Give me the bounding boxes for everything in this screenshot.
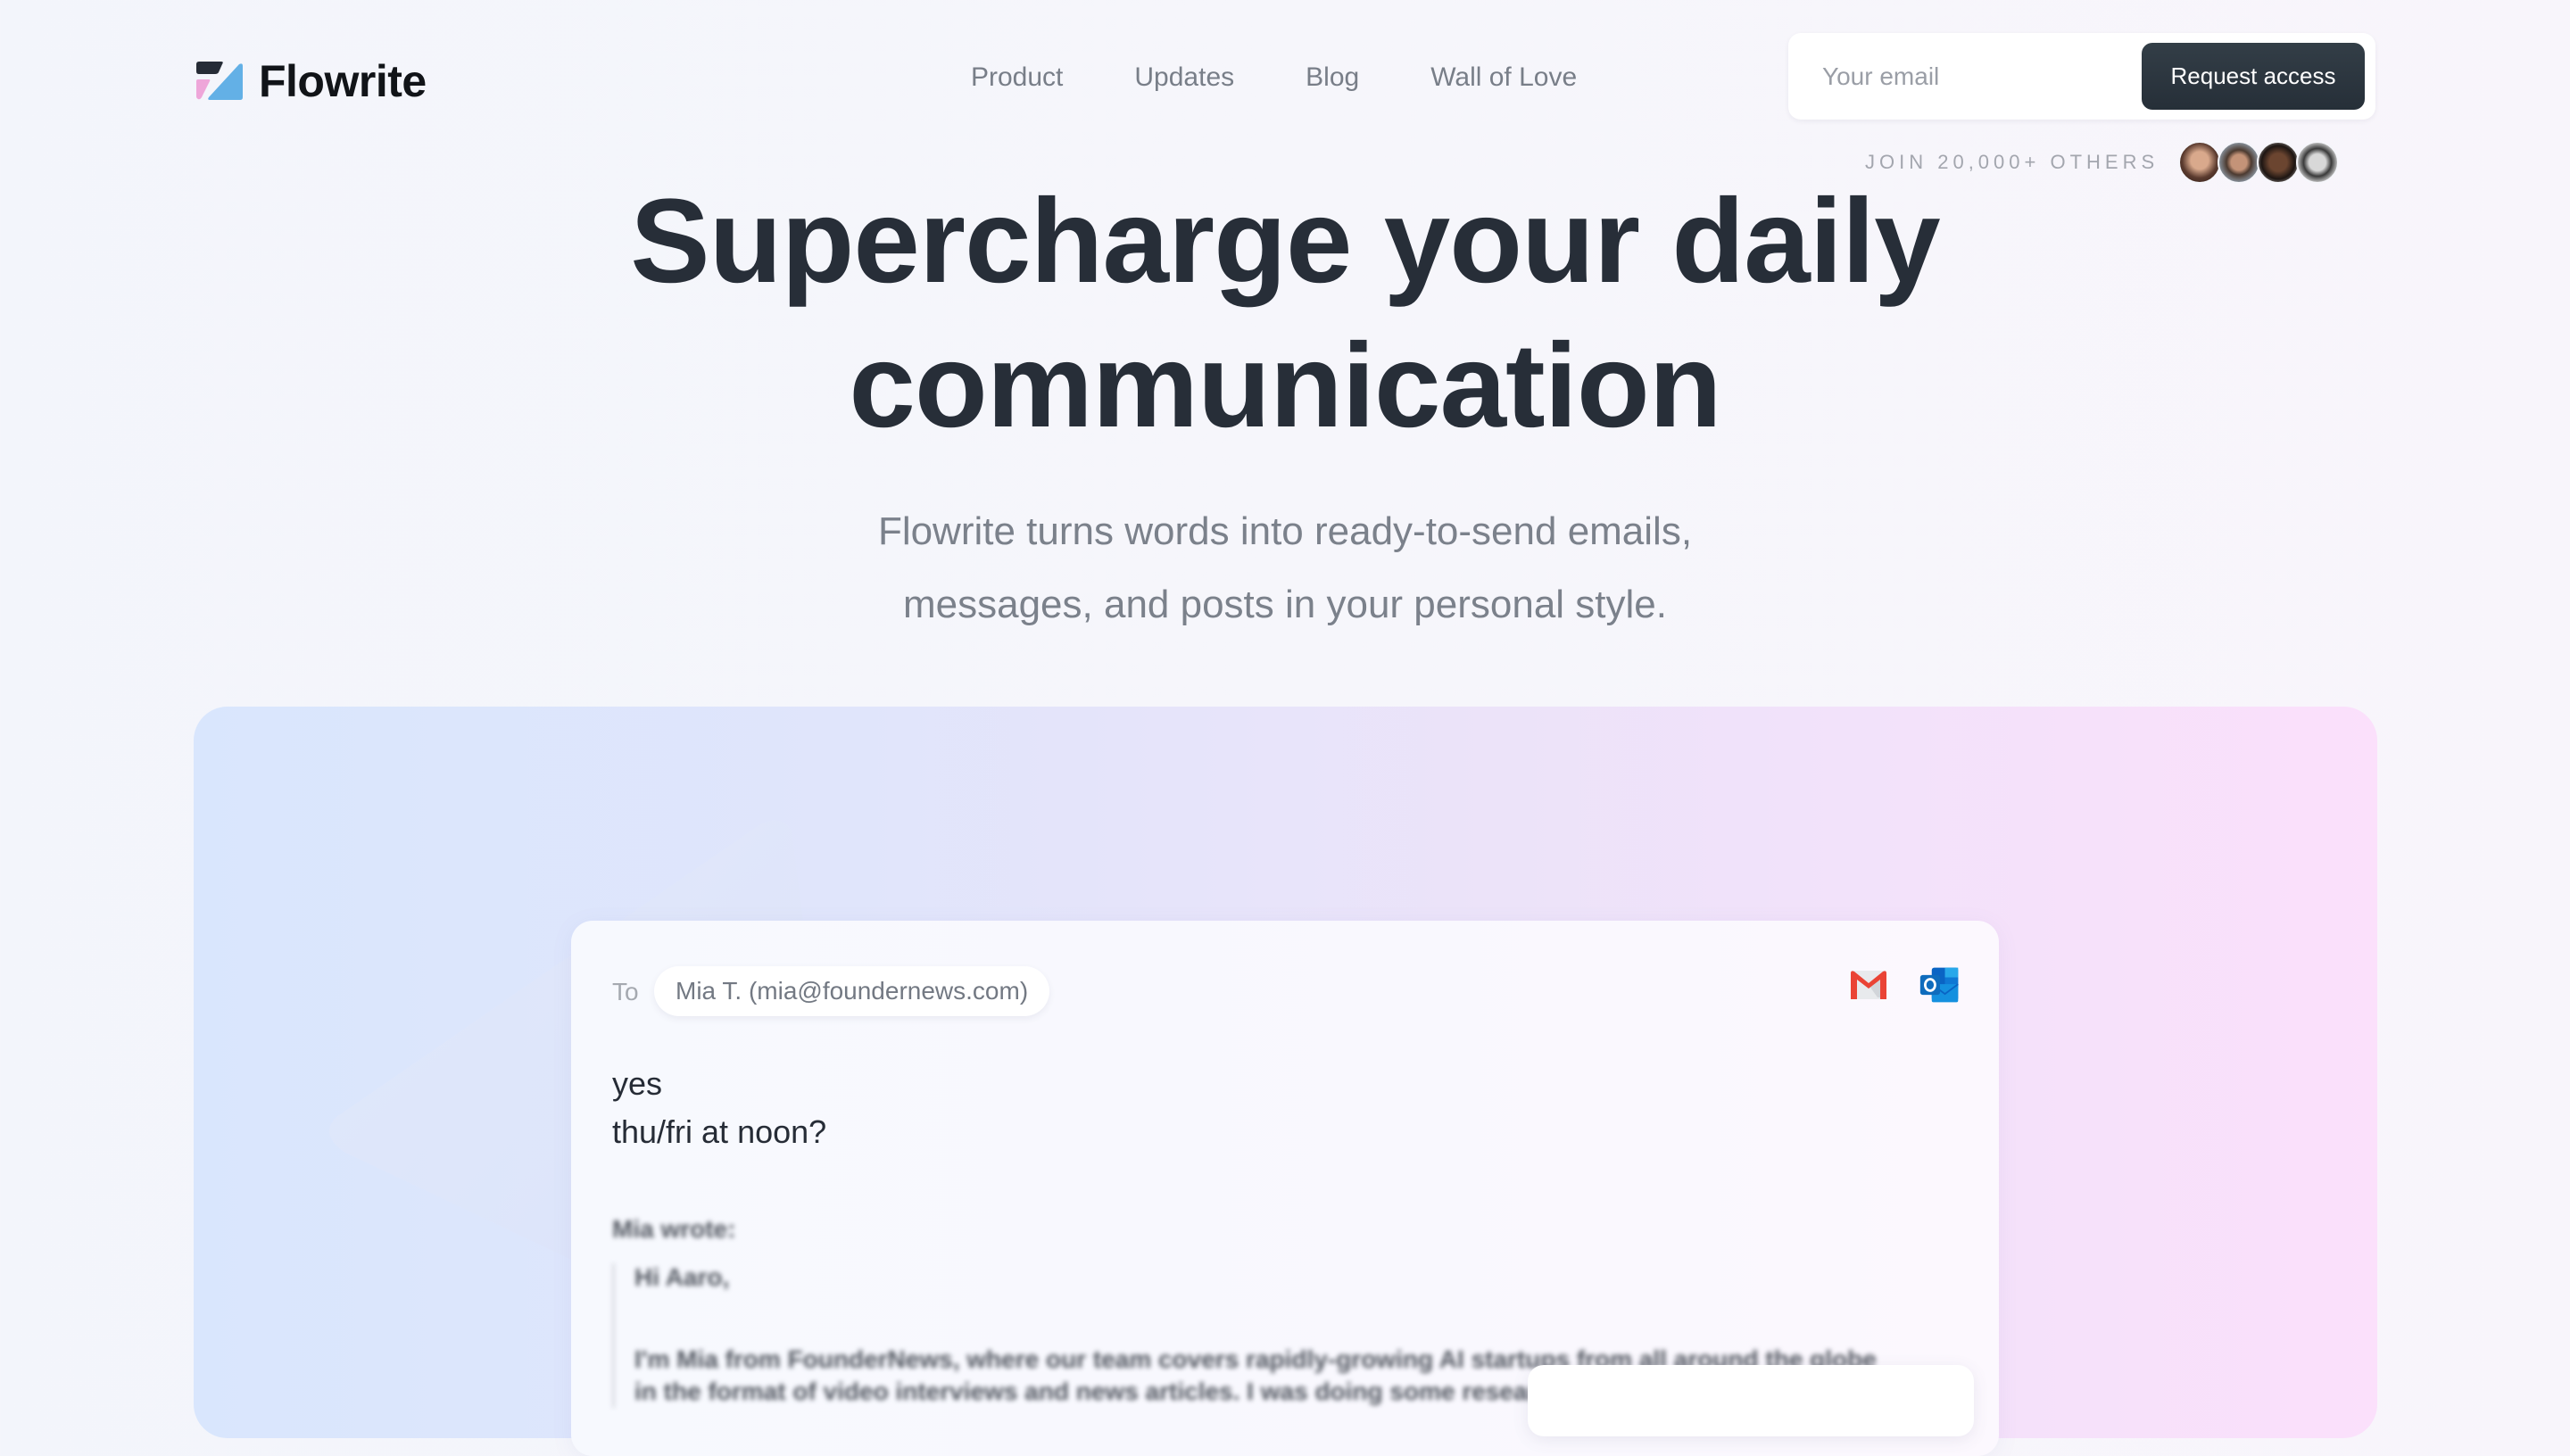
request-access-button[interactable]: Request access — [2142, 43, 2365, 110]
logo-text: Flowrite — [259, 56, 427, 106]
draft-line: yes — [612, 1065, 663, 1102]
nav-wall-of-love[interactable]: Wall of Love — [1430, 57, 1577, 98]
email-input[interactable] — [1820, 53, 2127, 101]
recipient-chip[interactable]: Mia T. (mia@foundernews.com) — [654, 966, 1050, 1016]
quoted-header: Mia wrote: — [612, 1215, 736, 1243]
draft-line: thu/fri at noon? — [612, 1113, 827, 1150]
nav-product[interactable]: Product — [971, 57, 1063, 98]
signup-form: Request access — [1788, 33, 2375, 120]
quoted-greeting: Hi Aaro, — [634, 1263, 730, 1291]
headline-line-2: communication — [849, 319, 1721, 452]
outlook-icon[interactable] — [1919, 965, 1961, 1005]
gmail-icon[interactable] — [1847, 965, 1890, 1005]
nav-updates[interactable]: Updates — [1134, 57, 1234, 98]
headline-line-1: Supercharge your daily — [630, 175, 1940, 308]
main-nav: Product Updates Blog Wall of Love — [971, 57, 1577, 98]
hero-headline: Supercharge your daily communication — [0, 170, 2570, 459]
subtitle-line-1: Flowrite turns words into ready-to-send … — [877, 509, 1693, 553]
to-label: To — [612, 978, 639, 1005]
subtitle-line-2: messages, and posts in your personal sty… — [902, 583, 1667, 626]
nav-blog[interactable]: Blog — [1306, 57, 1359, 98]
flowrite-popup[interactable] — [1528, 1365, 1974, 1436]
hero-subtitle: Flowrite turns words into ready-to-send … — [0, 495, 2570, 641]
draft-text[interactable]: yes thu/fri at noon? — [612, 1060, 826, 1156]
flowrite-logo-icon — [196, 62, 243, 100]
logo[interactable]: Flowrite — [195, 55, 427, 107]
integrations — [1847, 965, 1961, 1005]
